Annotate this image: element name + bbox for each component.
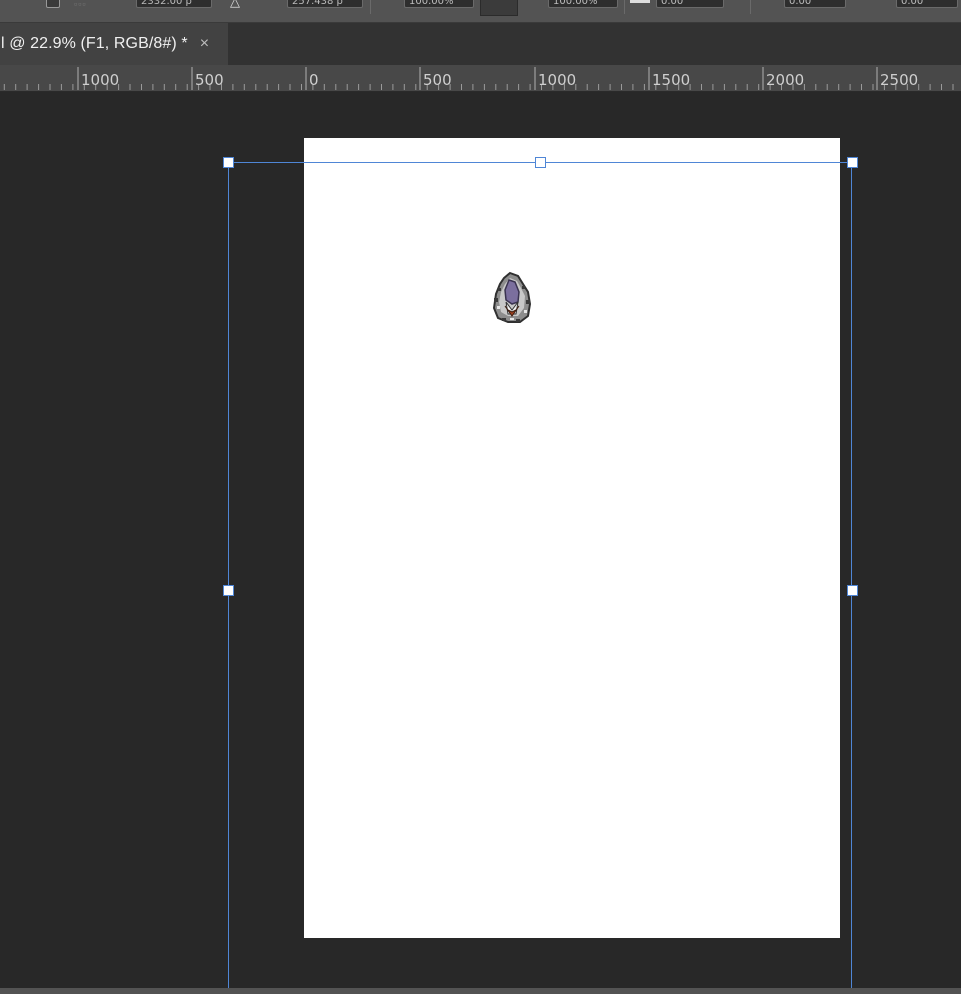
- document-tab-title: l @ 22.9% (F1, RGB/8#) *: [1, 35, 188, 52]
- options-bar: ▫▫▫ 2332.00 p △ 257.438 p 100.00% 100.00…: [0, 0, 961, 23]
- y-position-field[interactable]: 257.438 p: [287, 0, 363, 8]
- reference-point-icon[interactable]: ▫▫▫: [74, 0, 87, 9]
- transform-handle-top-left[interactable]: [223, 157, 234, 168]
- ruler-label: 500: [423, 71, 452, 89]
- options-checkbox[interactable]: [46, 0, 60, 8]
- options-divider: [624, 0, 625, 14]
- transform-handle-middle-left[interactable]: [223, 585, 234, 596]
- ruler-label: 1500: [652, 71, 690, 89]
- options-divider: [750, 0, 751, 14]
- width-percent-field[interactable]: 100.00%: [404, 0, 474, 8]
- document-canvas[interactable]: [304, 138, 840, 938]
- pixel-character-sprite[interactable]: [488, 270, 536, 326]
- transform-handle-top-center[interactable]: [535, 157, 546, 168]
- horizontal-ruler[interactable]: 0100050005001000150020002500: [0, 65, 961, 92]
- close-icon[interactable]: ×: [200, 35, 209, 53]
- angle-icon: △: [230, 0, 240, 9]
- ruler-label: 2500: [880, 71, 918, 89]
- height-percent-field[interactable]: 100.00%: [548, 0, 618, 8]
- options-divider: [370, 0, 371, 14]
- transform-handle-top-right[interactable]: [847, 157, 858, 168]
- transform-handle-middle-right[interactable]: [847, 585, 858, 596]
- rotation-field[interactable]: 0.00: [656, 0, 724, 8]
- skew-h-field[interactable]: 0.00: [784, 0, 846, 8]
- document-tab[interactable]: l @ 22.9% (F1, RGB/8#) * ×: [0, 23, 228, 65]
- canvas-workspace[interactable]: [0, 92, 961, 992]
- ruler-label: 1000: [81, 71, 119, 89]
- ruler-label: 1000: [538, 71, 576, 89]
- ruler-label: 500: [195, 71, 224, 89]
- ruler-label: 2000: [766, 71, 804, 89]
- x-position-field[interactable]: 2332.00 p: [136, 0, 212, 8]
- link-dimensions-button[interactable]: [480, 0, 518, 16]
- skew-v-field[interactable]: 0.00: [896, 0, 958, 8]
- document-tab-bar: l @ 22.9% (F1, RGB/8#) * ×: [0, 23, 961, 65]
- rotate-icon: [630, 0, 650, 3]
- bottom-status-bar: [0, 988, 961, 994]
- ruler-label: 0: [309, 71, 319, 89]
- ruler-ticks: 0100050005001000150020002500: [3, 67, 954, 90]
